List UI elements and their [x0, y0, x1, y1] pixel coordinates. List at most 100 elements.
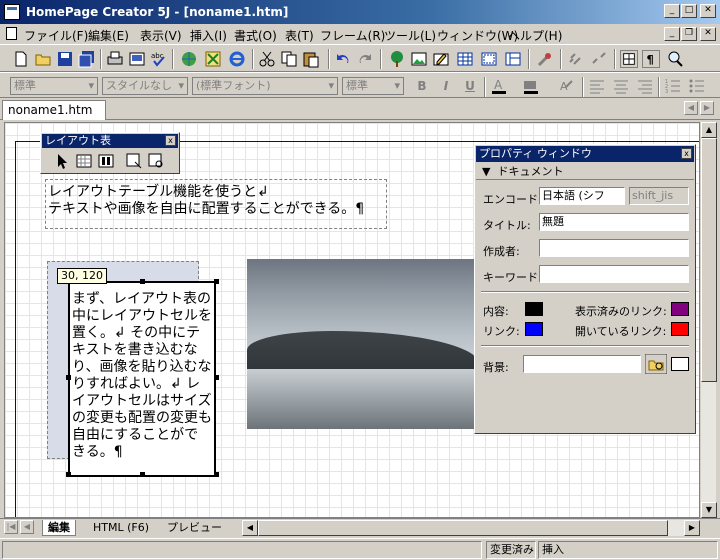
cell-settings-icon[interactable] — [147, 152, 165, 170]
draw-layout-table-icon[interactable] — [75, 152, 93, 170]
menu-window[interactable]: ウィンドウ(W) — [437, 27, 518, 44]
print-preview-icon[interactable] — [128, 50, 146, 68]
bg-color-icon[interactable] — [522, 77, 540, 95]
bold-button[interactable]: B — [414, 78, 430, 94]
resize-handle-ne[interactable] — [214, 279, 219, 284]
insert-table-icon[interactable] — [456, 50, 474, 68]
ie-icon[interactable] — [228, 50, 246, 68]
coastline-photo[interactable] — [247, 259, 479, 429]
numbered-list-icon[interactable]: 123 — [664, 77, 682, 95]
view-prev-icon[interactable]: ◀ — [20, 520, 34, 534]
save-icon[interactable] — [56, 50, 74, 68]
insert-form-icon[interactable] — [432, 50, 450, 68]
align-center-icon[interactable] — [612, 77, 630, 95]
menu-format[interactable]: 書式(O) — [234, 27, 277, 44]
paragraph-style-select[interactable]: 標準 — [10, 77, 98, 95]
background-image-input[interactable] — [523, 355, 641, 373]
tools-icon[interactable] — [536, 50, 554, 68]
link-color-swatch[interactable] — [525, 322, 543, 336]
resize-handle-sw[interactable] — [66, 472, 71, 477]
align-right-icon[interactable] — [636, 77, 654, 95]
layout-cell-selected[interactable]: まず、レイアウト表の中にレイアウトセルを置く。↲ その中にテキストを書き込むなり… — [68, 281, 216, 477]
insert-frame-icon[interactable] — [504, 50, 522, 68]
redo-icon[interactable] — [356, 50, 374, 68]
layout-palette-close-button[interactable]: x — [165, 135, 176, 146]
view-first-icon[interactable]: |◀ — [4, 520, 18, 534]
menu-table[interactable]: 表(T) — [285, 27, 314, 44]
draw-layout-cell-icon[interactable] — [97, 152, 115, 170]
grid-toggle-icon[interactable] — [620, 50, 638, 68]
horizontal-scrollbar[interactable]: ◀ ▶ — [242, 520, 700, 536]
encoding-select[interactable]: 日本語 (シフ — [539, 187, 625, 205]
print-icon[interactable] — [106, 50, 124, 68]
document-section-header[interactable]: ▼ ドキュメント — [476, 164, 694, 180]
resize-handle-s[interactable] — [140, 472, 145, 477]
paragraph-mark-icon[interactable]: ¶ — [642, 50, 660, 68]
align-left-icon[interactable] — [588, 77, 606, 95]
bullet-list-icon[interactable] — [688, 77, 706, 95]
close-button[interactable]: ✕ — [700, 4, 716, 18]
maximize-button[interactable]: □ — [681, 4, 697, 18]
resize-handle-n[interactable] — [140, 279, 145, 284]
charset-select[interactable]: shift_jis — [629, 187, 689, 205]
menu-insert[interactable]: 挿入(I) — [190, 27, 227, 44]
doc-restore-button[interactable]: ❐ — [681, 27, 697, 41]
tab-scroll-left-icon[interactable]: ◀ — [684, 101, 698, 115]
class-style-select[interactable]: スタイルなし — [102, 77, 188, 95]
menu-edit[interactable]: 編集(E) — [88, 27, 129, 44]
underline-button[interactable]: U — [462, 78, 478, 94]
spellcheck-icon[interactable]: abc — [150, 50, 168, 68]
text-color-swatch[interactable] — [525, 302, 543, 316]
layout-palette-titlebar[interactable]: レイアウト表 x — [42, 134, 178, 148]
insert-layout-icon[interactable] — [480, 50, 498, 68]
menu-view[interactable]: 表示(V) — [140, 27, 182, 44]
new-icon[interactable] — [12, 50, 30, 68]
minimize-button[interactable]: _ — [664, 4, 680, 18]
scroll-up-icon[interactable]: ▲ — [701, 122, 717, 138]
menu-help[interactable]: ヘルプ(H) — [508, 27, 562, 44]
keyword-input[interactable] — [539, 265, 689, 283]
paste-icon[interactable] — [302, 50, 320, 68]
browse-folder-icon[interactable] — [645, 354, 667, 374]
link-icon[interactable] — [566, 50, 584, 68]
vertical-scroll-thumb[interactable] — [701, 138, 717, 382]
tab-scroll-right-icon[interactable]: ▶ — [700, 101, 714, 115]
tab-preview[interactable]: プレビュー — [162, 520, 227, 536]
tab-edit[interactable]: 編集 — [42, 520, 76, 536]
title-input[interactable]: 無題 — [539, 213, 689, 231]
visited-link-color-swatch[interactable] — [671, 302, 689, 316]
resize-handle-w[interactable] — [66, 375, 71, 380]
save-all-icon[interactable] — [78, 50, 96, 68]
tab-noname1[interactable]: noname1.htm — [2, 100, 106, 120]
clear-format-icon[interactable]: A — [556, 77, 574, 95]
resize-handle-e[interactable] — [214, 375, 219, 380]
select-pointer-icon[interactable] — [53, 152, 71, 170]
undo-icon[interactable] — [334, 50, 352, 68]
layout-text-cell[interactable]: レイアウトテーブル機能を使うと↲ テキストや画像を自由に配置することができる。¶ — [45, 179, 387, 229]
cut-icon[interactable] — [258, 50, 276, 68]
italic-button[interactable]: I — [438, 78, 454, 94]
scroll-left-icon[interactable]: ◀ — [242, 520, 258, 536]
insert-picture-icon[interactable] — [410, 50, 428, 68]
font-size-select[interactable]: 標準 — [342, 77, 404, 95]
document-icon[interactable] — [6, 27, 17, 40]
vertical-scrollbar[interactable]: ▲ ▼ — [700, 122, 717, 518]
copy-icon[interactable] — [280, 50, 298, 68]
font-select[interactable]: (標準フォント) — [192, 77, 338, 95]
horizontal-scroll-thumb[interactable] — [258, 520, 668, 536]
insert-image-icon[interactable] — [388, 50, 406, 68]
resize-handle-se[interactable] — [214, 472, 219, 477]
background-color-swatch[interactable] — [671, 357, 689, 371]
cell-properties-icon[interactable] — [125, 152, 143, 170]
active-link-color-swatch[interactable] — [671, 322, 689, 336]
site-manager-icon[interactable] — [204, 50, 222, 68]
menu-file[interactable]: ファイル(F) — [24, 27, 88, 44]
author-input[interactable] — [539, 239, 689, 257]
app-icon[interactable] — [4, 4, 20, 20]
zoom-icon[interactable] — [666, 50, 684, 68]
doc-minimize-button[interactable]: _ — [664, 27, 680, 41]
menu-tools[interactable]: ツール(L) — [384, 27, 436, 44]
open-icon[interactable] — [34, 50, 52, 68]
scroll-right-icon[interactable]: ▶ — [684, 520, 700, 536]
text-color-icon[interactable]: A — [490, 77, 508, 95]
